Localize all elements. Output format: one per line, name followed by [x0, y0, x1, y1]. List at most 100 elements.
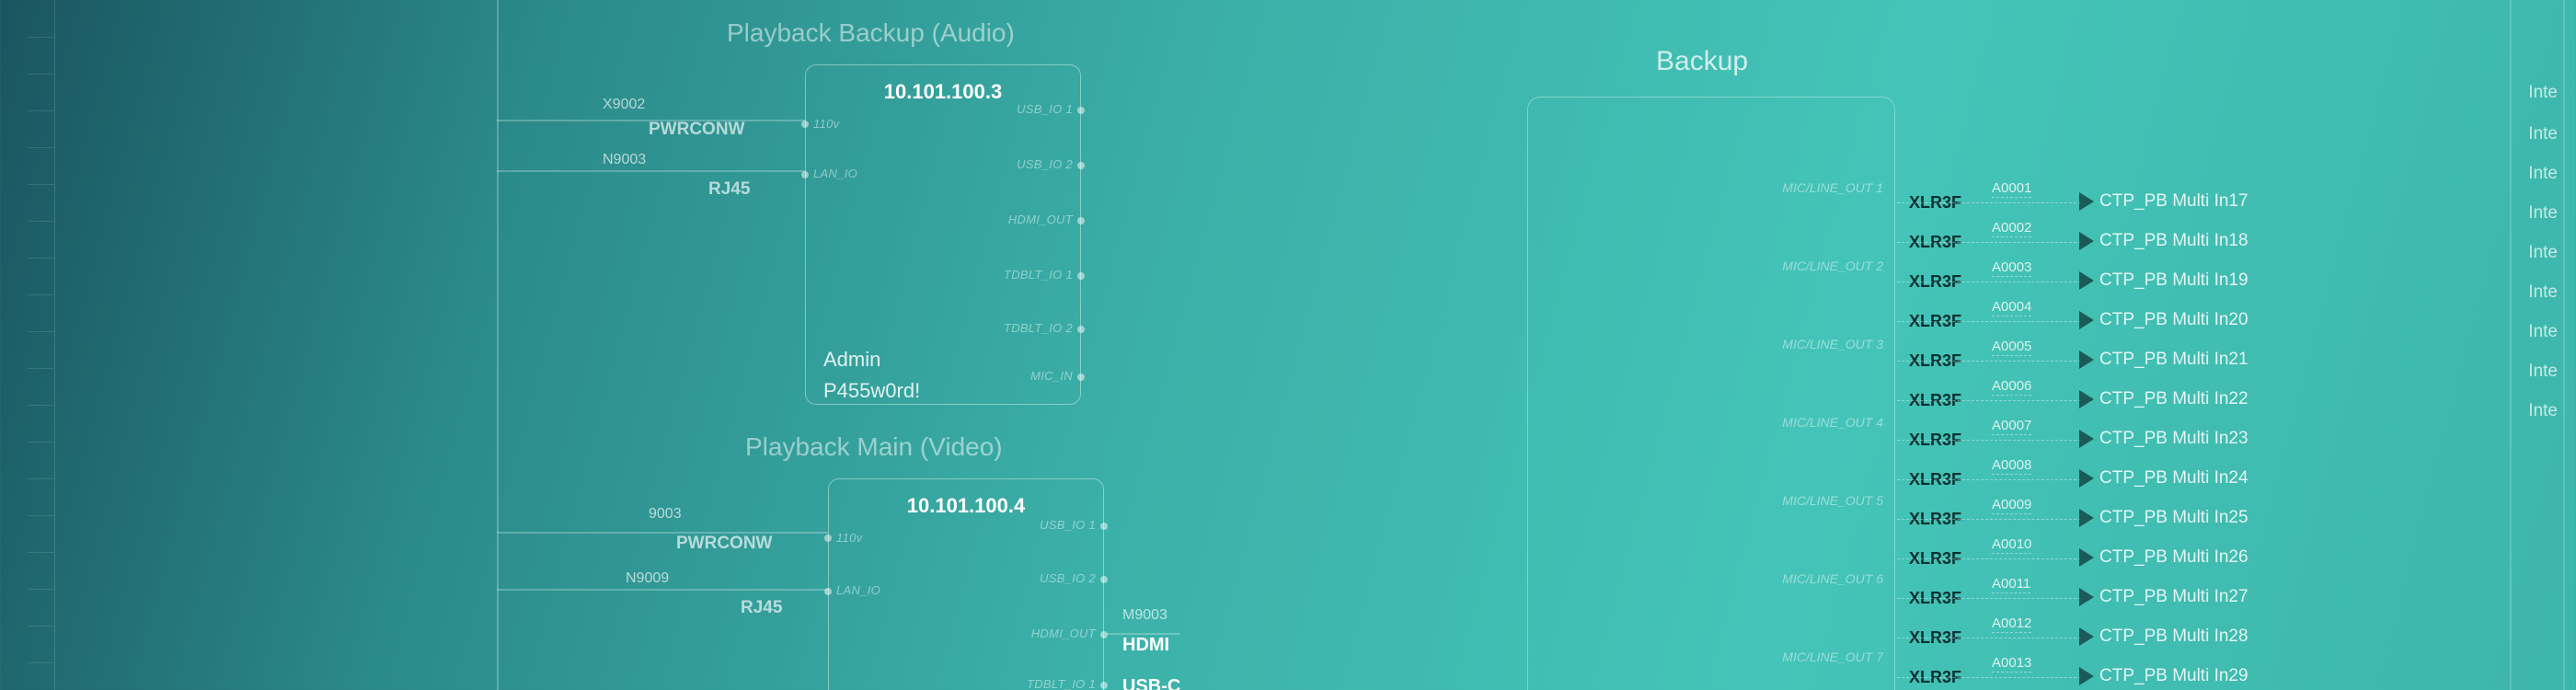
cable-id: A0009 [1992, 497, 2031, 514]
arrow-icon [2079, 390, 2094, 408]
port: USB_IO 1 [1040, 518, 1096, 532]
destination-label: CTP_PB Multi In19 [2099, 270, 2248, 291]
port: TDBLT_IO 1 [1004, 268, 1073, 282]
cable-id: A0008 [1992, 457, 2031, 475]
title-backup: Backup [1656, 46, 1748, 77]
destination-label: CTP_PB Multi In20 [2099, 310, 2248, 330]
arrow-icon [2079, 469, 2094, 488]
cable-line [1897, 202, 2081, 203]
admin-user: Admin [823, 348, 880, 372]
cable-id: A0007 [1992, 418, 2031, 435]
wire-9003: 9003 [649, 506, 682, 523]
port: MIC_IN [1030, 369, 1073, 383]
trunk-line [497, 0, 499, 690]
destination-label: CTP_PB Multi In22 [2099, 389, 2248, 409]
arrow-icon [2079, 311, 2094, 329]
wire-x9002: X9002 [603, 97, 645, 113]
destination-label: CTP_PB Multi In24 [2099, 468, 2248, 489]
destination-label: CTP_PB Multi In26 [2099, 547, 2248, 568]
port-dot [1077, 272, 1085, 280]
wire-n9003: N9003 [603, 152, 646, 168]
port-dot [824, 588, 832, 595]
arrow-icon [2079, 627, 2094, 646]
wire-line [497, 532, 828, 534]
port-dot [1100, 576, 1108, 583]
cable-line [1897, 558, 2081, 559]
destination-label: CTP_PB Multi In17 [2099, 191, 2248, 212]
port-dot [801, 171, 809, 178]
arrow-icon [2079, 509, 2094, 527]
arrow-icon [2079, 430, 2094, 448]
cable-id: A0011 [1992, 576, 2030, 593]
wire-n9009: N9009 [626, 570, 669, 587]
out-port: MIC/LINE_OUT 3 [1782, 337, 1883, 351]
port-dot [1077, 107, 1085, 114]
label-usbc: USB-C [1122, 676, 1180, 690]
port-dot [1077, 326, 1085, 333]
backup-device[interactable]: MIC/LINE_OUT 1 MIC/LINE_OUT 2 MIC/LINE_O… [1527, 97, 1895, 690]
destination-label: CTP_PB Multi In21 [2099, 350, 2248, 370]
inte-label: Inte [2528, 164, 2558, 184]
ruler-right-1 [2510, 0, 2512, 690]
port: HDMI_OUT [1008, 213, 1073, 226]
inte-label: Inte [2528, 401, 2558, 421]
device-playback-main[interactable]: 10.101.100.4 110v LAN_IO USB_IO 1 USB_IO… [828, 478, 1104, 690]
out-port: MIC/LINE_OUT 6 [1782, 571, 1883, 586]
arrow-icon [2079, 588, 2094, 606]
port-dot [1077, 374, 1085, 381]
cable-id: A0001 [1992, 180, 2031, 198]
title-playback-main: Playback Main (Video) [745, 432, 1003, 462]
port: USB_IO 2 [1017, 157, 1073, 171]
cable-id: A0010 [1992, 536, 2031, 554]
arrow-icon [2079, 232, 2094, 250]
port: HDMI_OUT [1031, 627, 1096, 640]
cable-id: A0013 [1992, 655, 2031, 673]
title-playback-backup: Playback Backup (Audio) [727, 18, 1015, 48]
arrow-icon [2079, 548, 2094, 567]
port-lan: LAN_IO [836, 583, 880, 597]
port-dot [824, 535, 832, 542]
destination-label: CTP_PB Multi In29 [2099, 666, 2248, 686]
out-port: MIC/LINE_OUT 7 [1782, 650, 1883, 664]
label-hdmi: HDMI [1122, 635, 1169, 656]
cable-id: A0004 [1992, 299, 2031, 316]
cable-line [1897, 440, 2081, 441]
cable-line [1897, 519, 2081, 520]
port-dot [801, 121, 809, 128]
port: TDBLT_IO 1 [1027, 677, 1096, 690]
arrow-icon [2079, 271, 2094, 290]
out-port: MIC/LINE_OUT 4 [1782, 415, 1883, 430]
cable-id: A0006 [1992, 378, 2031, 396]
wire-line [497, 170, 805, 172]
admin-pass: P455w0rd! [823, 379, 920, 403]
destination-label: CTP_PB Multi In18 [2099, 231, 2248, 251]
arrow-icon [2079, 192, 2094, 211]
inte-label: Inte [2528, 83, 2558, 103]
cable-line [1897, 598, 2081, 599]
destination-label: CTP_PB Multi In23 [2099, 429, 2248, 449]
port-dot [1077, 162, 1085, 169]
inte-label: Inte [2528, 362, 2558, 382]
cable-line [1897, 400, 2081, 401]
port-dot [1100, 682, 1108, 689]
ruler-right-2 [2563, 0, 2565, 690]
destination-label: CTP_PB Multi In28 [2099, 627, 2248, 647]
cable-id: A0003 [1992, 259, 2031, 277]
inte-label: Inte [2528, 124, 2558, 144]
cable-line [1897, 361, 2081, 362]
conn-rj45-1: RJ45 [708, 179, 750, 200]
port-110v: 110v [836, 531, 862, 545]
cable-line [1897, 242, 2081, 243]
port: USB_IO 1 [1017, 102, 1073, 116]
cable-line [1897, 321, 2081, 322]
cable-id: A0002 [1992, 220, 2031, 237]
wire-line [1107, 633, 1180, 635]
conn-rj45-2: RJ45 [741, 598, 782, 618]
port: TDBLT_IO 2 [1004, 321, 1073, 335]
wire-m9003: M9003 [1122, 607, 1167, 624]
port-110v: 110v [813, 117, 839, 131]
port-dot [1077, 217, 1085, 224]
device2-ip: 10.101.100.4 [838, 494, 1094, 518]
arrow-icon [2079, 351, 2094, 369]
port-dot [1100, 523, 1108, 530]
